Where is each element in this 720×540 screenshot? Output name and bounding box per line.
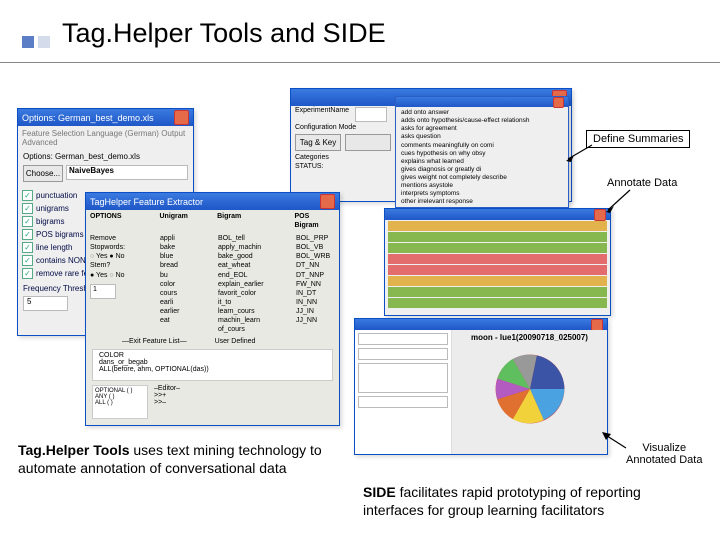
fe-bigrams: BOL_tell apply_machin bake_good eat_whea… [218, 234, 282, 334]
fe-options-block: Remove Stopwords: ○ Yes ● No Stem? ● Yes… [90, 234, 146, 334]
summary-items[interactable]: add onto answer adds onto hypothesis/cau… [396, 107, 568, 209]
freq-value[interactable]: 5 [23, 296, 68, 311]
left-body-text: Tag.Helper Tools uses text mining techno… [18, 442, 328, 477]
tabs-row: Feature Selection Language (German) Outp… [18, 126, 193, 150]
summary-label: ExperimentName [295, 107, 349, 122]
fe-user-defined: User Defined [215, 338, 256, 345]
choose-button[interactable]: Choose... [23, 165, 63, 182]
pie-chart-icon [487, 346, 573, 432]
accent-square-dark [22, 36, 34, 48]
menu-window: add onto answer adds onto hypothesis/cau… [395, 96, 569, 208]
fe-pos: BOL_PRP BOL_VB BOL_WRB DT_NN DT_NNP FW_N… [296, 234, 330, 334]
viz-titlebar [355, 319, 607, 330]
annotate-titlebar [385, 209, 610, 220]
viz-side-panel [355, 330, 452, 454]
tag-key-button[interactable]: Tag & Key [295, 134, 341, 151]
fe-color-list: COLOR dans_or_begab ALL(before, ahm, OPT… [92, 349, 333, 381]
classifier-row: Choose... NaiveBayes [18, 163, 193, 184]
fe-opt-code: OPTIONAL ( ) ANY ( ) ALL ( ) [92, 385, 148, 419]
define-summaries-label: Define Summaries [586, 130, 690, 148]
fe-title: TagHelper Feature Extractor [90, 197, 203, 207]
close-icon[interactable] [174, 110, 189, 125]
annotate-stripes [385, 221, 610, 308]
accent-square-light [38, 36, 50, 48]
arrow-visualize [600, 430, 630, 452]
arrow-annotate [604, 188, 634, 214]
fe-col-bigram: Bigram [217, 212, 280, 230]
fe-titlebar: TagHelper Feature Extractor [86, 193, 339, 210]
annotate-window [384, 208, 611, 316]
chk-punctuation[interactable]: punctuation [36, 191, 77, 200]
fe-col-unigram: Unigram [159, 212, 203, 230]
close-icon[interactable] [320, 194, 335, 209]
chk-unigrams[interactable]: unigrams [36, 204, 69, 213]
close-icon[interactable] [591, 319, 603, 331]
options-titlebar: Options: German_best_demo.xls [18, 109, 193, 126]
menu-titlebar [396, 97, 568, 107]
options-title-text: Options: German_best_demo.xls [22, 113, 154, 123]
fe-col-options: OPTIONS [90, 212, 145, 230]
visualize-window: moon - lue1(20090718_025007) [354, 318, 608, 455]
when-button[interactable] [345, 134, 391, 151]
viz-chart-title: moon - lue1(20090718_025007) [452, 333, 607, 342]
fe-editor-label: –Editor– [154, 385, 333, 392]
fe-sw-yes[interactable]: Yes [96, 253, 107, 260]
title-divider [0, 62, 720, 63]
fe-stem-no[interactable]: No [116, 272, 125, 279]
fe-symbols[interactable]: >>+ >>– [154, 392, 333, 406]
classifier-value: NaiveBayes [69, 166, 114, 175]
close-icon[interactable] [553, 97, 564, 108]
fe-threshold[interactable]: 1 [90, 284, 116, 299]
fe-stem-yes[interactable]: Yes [96, 272, 107, 279]
summary-status: STATUS: [295, 163, 324, 170]
fe-remove-sw: Remove Stopwords: [90, 234, 146, 252]
viz-chart-area: moon - lue1(20090718_025007) [452, 330, 607, 454]
fe-stem: Stem? [90, 261, 146, 270]
slide-title: Tag.Helper Tools and SIDE [62, 18, 386, 49]
chk-line-length[interactable]: line length [36, 243, 72, 252]
fe-col-pos: POS Bigram [295, 212, 335, 230]
feature-extractor-window: TagHelper Feature Extractor OPTIONS Unig… [85, 192, 340, 426]
options-file-label: Options: German_best_demo.xls [18, 150, 193, 163]
right-body-text: SIDE facilitates rapid prototyping of re… [363, 484, 705, 519]
fe-sw-no[interactable]: No [116, 253, 125, 260]
slide-title-bar: Tag.Helper Tools and SIDE [22, 18, 386, 49]
arrow-define [566, 143, 596, 163]
fe-exit[interactable]: —Exit Feature List— [122, 338, 187, 345]
visualize-label: VisualizeAnnotated Data [626, 442, 702, 466]
chk-bigrams[interactable]: bigrams [36, 217, 64, 226]
fe-unigrams: appli bake blue bread bu color cours ear… [160, 234, 204, 334]
